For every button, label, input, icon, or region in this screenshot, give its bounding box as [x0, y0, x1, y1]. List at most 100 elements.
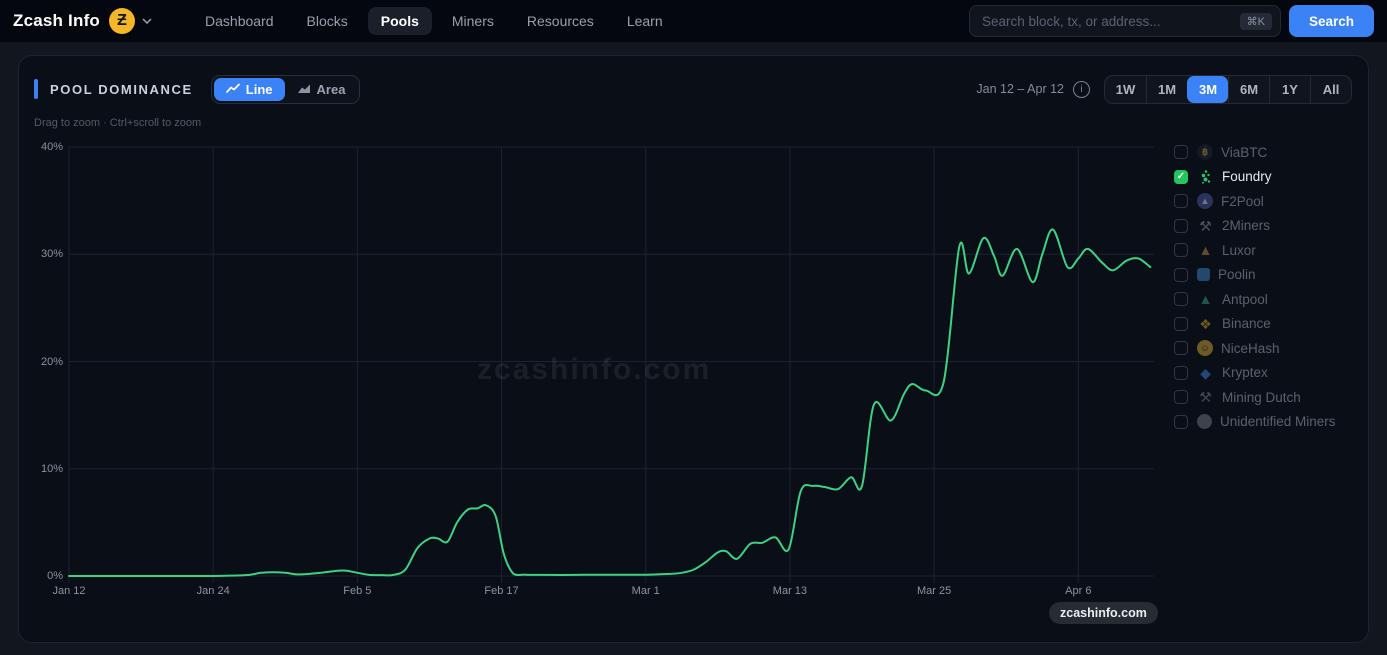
- y-axis-tick: 10%: [40, 462, 63, 475]
- luxor-icon: ▲: [1198, 242, 1213, 259]
- legend-item-mining-dutch[interactable]: ⚒ Mining Dutch: [1174, 385, 1336, 410]
- x-axis-tick: Jan 12: [52, 585, 86, 597]
- legend-item-f2pool[interactable]: ▲ F2Pool: [1174, 189, 1336, 214]
- checkbox-poolin[interactable]: [1174, 267, 1188, 282]
- search-box[interactable]: ⌘K: [968, 5, 1281, 37]
- pool-legend: ฿ ViaBTC ✓ Foundry ▲ F2Pool ⚒ 2Miners ▲ Luxor Pool…: [1174, 140, 1336, 434]
- nicehash-icon: ☺: [1197, 340, 1213, 357]
- area-toggle-label: Area: [316, 81, 346, 97]
- page-title: POOL DOMINANCE: [50, 81, 193, 97]
- x-axis-tick: Feb 17: [484, 585, 519, 597]
- x-axis-tick: Mar 1: [631, 585, 660, 597]
- legend-label: ViaBTC: [1221, 144, 1268, 160]
- y-axis-tick: 20%: [40, 355, 63, 368]
- title-accent-bar: [34, 79, 38, 99]
- antpool-icon: ▲: [1198, 291, 1213, 308]
- zcash-logo-icon: Ƶ: [109, 8, 136, 34]
- x-axis-tick: Jan 24: [196, 585, 230, 597]
- site-badge: zcashinfo.com: [1049, 602, 1158, 624]
- checkbox-f2pool[interactable]: [1174, 194, 1188, 209]
- chevron-down-icon[interactable]: [142, 18, 152, 24]
- range-button-all[interactable]: All: [1310, 75, 1351, 103]
- legend-label: Binance: [1222, 316, 1271, 332]
- range-button-6m[interactable]: 6M: [1228, 75, 1269, 103]
- legend-item-unidentified-miners[interactable]: Unidentified Miners: [1174, 410, 1336, 435]
- checkbox-binance[interactable]: [1174, 316, 1188, 331]
- checkbox-nicehash[interactable]: [1174, 341, 1188, 356]
- info-icon[interactable]: i: [1073, 80, 1090, 98]
- checkbox-unidentified-miners[interactable]: [1174, 414, 1188, 429]
- poolin-icon: [1197, 268, 1210, 282]
- line-toggle-label: Line: [245, 81, 273, 97]
- legend-item-poolin[interactable]: Poolin: [1174, 263, 1336, 288]
- search-button[interactable]: Search: [1288, 5, 1374, 37]
- header-right: Jan 12 – Apr 12 i 1W 1M 3M 6M 1Y All: [976, 74, 1352, 104]
- legend-item-antpool[interactable]: ▲ Antpool: [1174, 287, 1336, 312]
- legend-label: Mining Dutch: [1222, 389, 1301, 405]
- mining-dutch-icon: ⚒: [1199, 389, 1212, 406]
- date-range-label: Jan 12 – Apr 12: [976, 82, 1064, 96]
- line-chart-icon: [225, 82, 240, 97]
- legend-label: 2Miners: [1222, 218, 1271, 234]
- legend-label: Unidentified Miners: [1220, 414, 1336, 430]
- area-toggle-button[interactable]: Area: [285, 78, 358, 101]
- y-axis-tick: 0%: [47, 570, 63, 582]
- checkbox-2miners[interactable]: [1174, 218, 1188, 233]
- y-axis-tick: 40%: [40, 141, 63, 153]
- 2miners-icon: ⚒: [1199, 217, 1212, 234]
- chart-plot-svg: [68, 146, 1154, 583]
- brand-title: Zcash Info: [13, 11, 101, 30]
- x-axis-tick: Mar 13: [772, 585, 808, 597]
- checkbox-kryptex[interactable]: [1174, 365, 1188, 380]
- legend-item-binance[interactable]: ❖ Binance: [1174, 312, 1336, 337]
- range-button-1m[interactable]: 1M: [1146, 75, 1187, 103]
- checkbox-antpool[interactable]: [1174, 292, 1188, 307]
- legend-label: Kryptex: [1222, 365, 1268, 381]
- legend-label: Luxor: [1222, 242, 1256, 258]
- legend-label: Poolin: [1218, 267, 1256, 283]
- panel-header: POOL DOMINANCE Line Area Jan 12 – Apr 12…: [34, 73, 1352, 105]
- legend-item-luxor[interactable]: ▲ Luxor: [1174, 238, 1336, 263]
- checkbox-luxor[interactable]: [1174, 243, 1188, 258]
- nav-item-learn[interactable]: Learn: [614, 7, 676, 35]
- legend-item-foundry[interactable]: ✓ Foundry: [1174, 165, 1336, 190]
- search-area: ⌘K Search: [968, 5, 1374, 37]
- legend-item-2miners[interactable]: ⚒ 2Miners: [1174, 214, 1336, 239]
- x-axis-tick: Feb 5: [343, 585, 372, 597]
- x-axis-tick: Apr 6: [1065, 585, 1092, 597]
- f2pool-icon: ▲: [1197, 193, 1213, 210]
- pool-dominance-panel: POOL DOMINANCE Line Area Jan 12 – Apr 12…: [18, 55, 1369, 643]
- nav-links: Dashboard Blocks Pools Miners Resources …: [192, 7, 676, 35]
- series-line-foundry: [68, 228, 1152, 577]
- legend-label: Foundry: [1222, 169, 1272, 185]
- checkbox-foundry[interactable]: ✓: [1174, 169, 1188, 184]
- range-button-3m[interactable]: 3M: [1187, 75, 1228, 103]
- legend-item-viabtc[interactable]: ฿ ViaBTC: [1174, 140, 1336, 165]
- viabtc-icon: ฿: [1197, 144, 1213, 161]
- time-range-group: 1W 1M 3M 6M 1Y All: [1104, 74, 1352, 104]
- top-nav: Zcash Info Ƶ Dashboard Blocks Pools Mine…: [0, 0, 1387, 42]
- nav-item-pools[interactable]: Pools: [367, 7, 432, 35]
- legend-item-kryptex[interactable]: ◆ Kryptex: [1174, 361, 1336, 386]
- keyboard-shortcut-badge: ⌘K: [1239, 12, 1272, 30]
- search-input[interactable]: [981, 13, 1240, 29]
- checkbox-mining-dutch[interactable]: [1174, 390, 1188, 405]
- legend-label: NiceHash: [1221, 340, 1280, 356]
- nav-item-blocks[interactable]: Blocks: [294, 7, 361, 35]
- chart-type-toggle: Line Area: [210, 74, 361, 104]
- pool-dominance-chart[interactable]: zcashinfo.com 0% 10% 20% 30% 40% Jan 12 Jan 24…: [41, 141, 1154, 597]
- range-button-1y[interactable]: 1Y: [1269, 75, 1310, 103]
- unidentified-miners-icon: [1197, 414, 1212, 430]
- nav-item-miners[interactable]: Miners: [439, 7, 507, 35]
- y-axis-tick: 30%: [40, 248, 63, 261]
- area-chart-icon: [297, 82, 311, 97]
- checkbox-viabtc[interactable]: [1174, 145, 1188, 160]
- brand[interactable]: Zcash Info Ƶ: [13, 8, 152, 34]
- legend-label: Antpool: [1222, 291, 1268, 307]
- nav-item-resources[interactable]: Resources: [514, 7, 607, 35]
- line-toggle-button[interactable]: Line: [213, 77, 285, 101]
- legend-label: F2Pool: [1221, 193, 1264, 209]
- range-button-1w[interactable]: 1W: [1105, 76, 1146, 103]
- legend-item-nicehash[interactable]: ☺ NiceHash: [1174, 336, 1336, 361]
- nav-item-dashboard[interactable]: Dashboard: [192, 7, 287, 35]
